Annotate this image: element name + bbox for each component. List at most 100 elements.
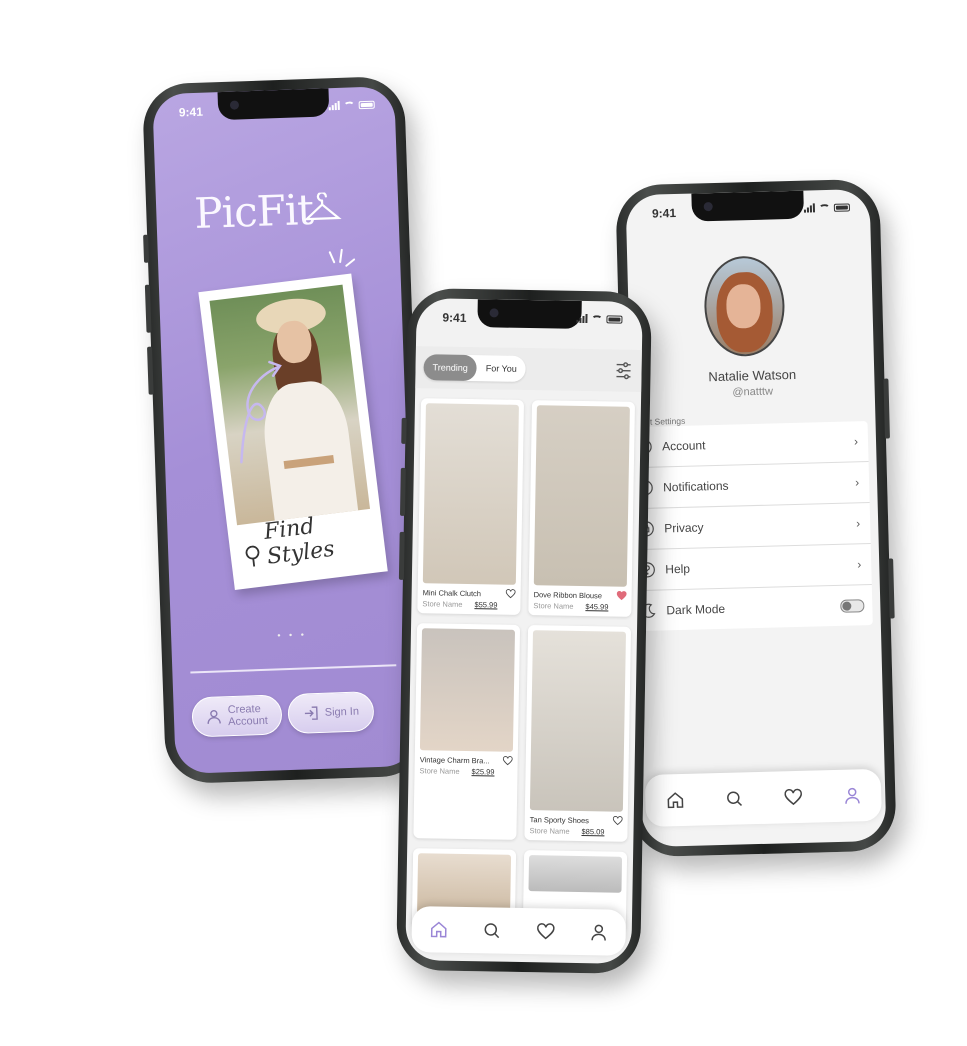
- settings-item-label: Account: [661, 438, 706, 454]
- tab-for-you[interactable]: For You: [477, 355, 526, 382]
- heart-icon[interactable]: [536, 922, 555, 940]
- status-time: 9:41: [651, 205, 677, 221]
- product-card[interactable]: Dove Ribbon Blouse Store Name $45.99: [528, 400, 636, 617]
- chevron-right-icon: ›: [857, 557, 862, 572]
- status-bar: 9:41: [416, 308, 642, 330]
- settings-list: Account › Notifications › Privacy › Help…: [631, 421, 873, 632]
- sign-in-button[interactable]: Sign In: [287, 691, 375, 735]
- profile-icon[interactable]: [843, 786, 861, 804]
- wifi-icon: [591, 315, 603, 324]
- product-grid: Mini Chalk Clutch Store Name $55.99 Dove …: [411, 398, 636, 932]
- product-name: Tan Sporty Shoes: [529, 814, 589, 825]
- page-indicator: • • •: [277, 629, 308, 641]
- user-icon: [207, 709, 221, 724]
- status-bar: 9:41: [626, 199, 870, 223]
- volume-up-button: [144, 284, 152, 333]
- tab-trending[interactable]: Trending: [423, 354, 477, 382]
- settings-item-account[interactable]: Account ›: [631, 421, 869, 469]
- wifi-icon: [343, 101, 355, 110]
- settings-item-notifications[interactable]: Notifications ›: [632, 462, 870, 510]
- profile-phone: 9:41 Natalie Watson @natttw count Settin…: [615, 178, 897, 858]
- filter-sliders-icon[interactable]: [615, 362, 631, 380]
- chevron-right-icon: ›: [853, 434, 859, 449]
- product-image: [529, 630, 627, 812]
- product-price: $25.99: [471, 767, 495, 777]
- profile-handle: @natttw: [732, 385, 774, 399]
- home-icon[interactable]: [666, 791, 684, 809]
- onboarding-phone: 9:41 PicFit Find Styles • • • Create Acc…: [141, 75, 429, 785]
- feed-tabs: Trending For You: [423, 354, 527, 382]
- battery-icon: [606, 315, 623, 324]
- location-pin-icon: [245, 545, 260, 567]
- hanger-icon: [303, 191, 342, 221]
- product-card[interactable]: Mini Chalk Clutch Store Name $55.99: [417, 398, 525, 615]
- side-button: [888, 558, 895, 619]
- signal-icon: [328, 100, 340, 111]
- create-account-label: Create Account: [227, 702, 269, 729]
- settings-item-label: Privacy: [664, 520, 704, 536]
- heart-icon[interactable]: [505, 589, 516, 599]
- battery-icon: [358, 100, 375, 110]
- app-logo: PicFit: [193, 184, 314, 239]
- mute-switch: [401, 417, 407, 444]
- heart-filled-icon[interactable]: [616, 591, 627, 601]
- product-image: [528, 855, 623, 893]
- store-name: Store Name: [533, 601, 574, 611]
- bottom-tab-bar: [644, 768, 882, 827]
- product-price: $45.99: [585, 602, 609, 612]
- feed-toolbar: Trending For You: [415, 346, 642, 393]
- search-icon[interactable]: [725, 789, 743, 807]
- signal-icon: [576, 314, 588, 324]
- status-time: 9:41: [442, 310, 467, 325]
- wifi-icon: [818, 203, 831, 213]
- heart-icon[interactable]: [502, 756, 513, 766]
- hero-polaroid-photo: Find Styles: [198, 273, 388, 590]
- settings-item-privacy[interactable]: Privacy ›: [633, 503, 871, 551]
- store-name: Store Name: [419, 766, 460, 776]
- status-time: 9:41: [178, 104, 204, 120]
- settings-item-help[interactable]: Help ›: [634, 544, 872, 592]
- signal-icon: [803, 203, 816, 213]
- settings-item-label: Help: [665, 561, 691, 577]
- search-icon[interactable]: [483, 921, 501, 939]
- onboarding-screen: 9:41 PicFit Find Styles • • • Create Acc…: [152, 85, 418, 775]
- profile-icon[interactable]: [590, 923, 608, 941]
- volume-up-button: [399, 467, 406, 516]
- feed-phone: 9:41 Trending For You Mini Chalk Clutch …: [396, 287, 652, 975]
- avatar[interactable]: [703, 255, 786, 358]
- settings-item-label: Notifications: [662, 478, 729, 495]
- volume-down-button: [147, 346, 154, 395]
- sign-in-icon: [304, 706, 318, 720]
- store-name: Store Name: [529, 826, 570, 836]
- product-name: Dove Ribbon Blouse: [533, 589, 603, 600]
- product-price: $55.99: [474, 600, 498, 610]
- settings-item-dark-mode: Dark Mode: [636, 585, 873, 631]
- model-photo: [209, 284, 371, 526]
- heart-icon[interactable]: [612, 816, 623, 826]
- dark-mode-toggle[interactable]: [840, 598, 865, 613]
- bottom-tab-bar: [411, 906, 627, 956]
- mute-switch: [143, 234, 150, 263]
- chevron-right-icon: ›: [854, 475, 860, 490]
- sign-in-label: Sign In: [324, 705, 360, 719]
- product-name: Vintage Charm Bra...: [419, 754, 490, 765]
- product-card[interactable]: Tan Sporty Shoes Store Name $85.09: [524, 625, 632, 842]
- product-image: [422, 403, 519, 585]
- product-image: [533, 405, 630, 587]
- create-account-button[interactable]: Create Account: [191, 694, 283, 738]
- power-button: [883, 378, 890, 439]
- heart-icon[interactable]: [783, 788, 802, 806]
- battery-icon: [833, 203, 851, 212]
- profile-screen: 9:41 Natalie Watson @natttw count Settin…: [625, 188, 887, 848]
- product-card[interactable]: Vintage Charm Bra... Store Name $25.99: [413, 623, 521, 840]
- home-icon[interactable]: [429, 920, 447, 938]
- sparkle-lines-icon: [328, 248, 356, 267]
- chevron-right-icon: ›: [855, 516, 861, 531]
- product-image: [419, 628, 516, 752]
- feed-screen: 9:41 Trending For You Mini Chalk Clutch …: [405, 298, 643, 964]
- product-price: $85.09: [581, 827, 605, 837]
- store-name: Store Name: [422, 599, 463, 609]
- settings-item-label: Dark Mode: [666, 601, 726, 618]
- volume-down-button: [398, 531, 405, 580]
- product-name: Mini Chalk Clutch: [422, 587, 482, 598]
